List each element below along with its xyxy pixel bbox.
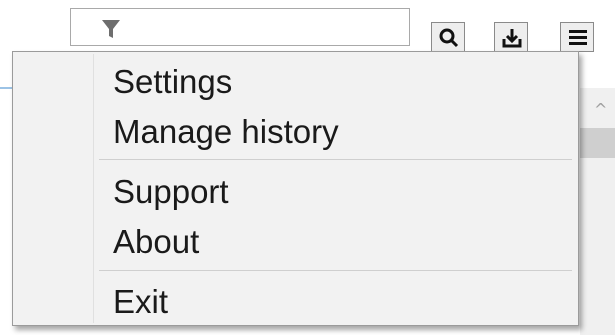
menu-icon-gutter xyxy=(93,54,94,323)
search-icon xyxy=(439,28,459,48)
search-button[interactable] xyxy=(431,22,465,52)
hamburger-menu-icon xyxy=(569,30,587,45)
menu-item-about[interactable]: About xyxy=(113,218,199,266)
menu-item-exit[interactable]: Exit xyxy=(113,278,168,326)
menu-item-manage-history[interactable]: Manage history xyxy=(113,108,339,156)
selected-list-row[interactable] xyxy=(580,128,615,158)
context-menu: Settings Manage history Support About Ex… xyxy=(12,51,579,326)
scroll-up-icon[interactable]: ^ xyxy=(594,100,607,119)
menu-button[interactable] xyxy=(560,22,594,52)
menu-item-settings[interactable]: Settings xyxy=(113,58,232,106)
side-list-panel: ^ xyxy=(580,88,615,335)
filter-icon xyxy=(102,20,120,38)
menu-separator xyxy=(99,270,572,271)
filter-input[interactable] xyxy=(70,8,410,46)
download-button[interactable] xyxy=(494,22,528,52)
download-icon xyxy=(502,29,522,48)
menu-separator xyxy=(99,159,572,160)
menu-item-support[interactable]: Support xyxy=(113,168,229,216)
